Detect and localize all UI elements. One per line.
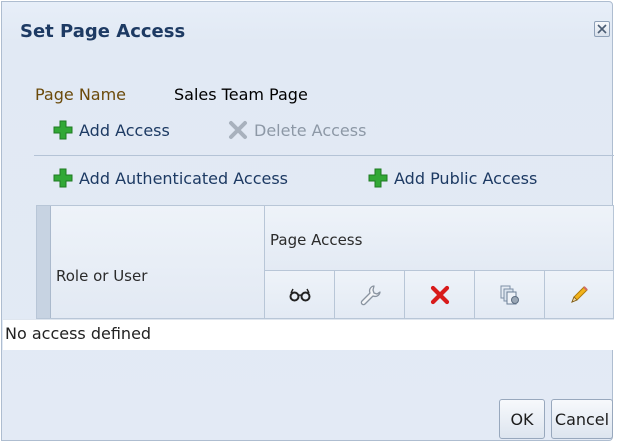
row-header-gutter (37, 206, 51, 318)
column-group-page-access: Page Access (265, 206, 613, 271)
set-page-access-dialog: Set Page Access Page Name Sales Team Pag… (1, 1, 614, 441)
plus-icon (53, 120, 73, 140)
column-header-delete[interactable] (405, 271, 475, 318)
close-icon (597, 24, 607, 34)
empty-table-text: No access defined (5, 324, 152, 343)
add-access-button[interactable]: Add Access (53, 120, 170, 140)
delete-x-icon (229, 121, 247, 139)
add-public-access-label: Add Public Access (394, 168, 538, 188)
divider (34, 155, 614, 156)
column-header-edit[interactable] (545, 271, 613, 318)
column-header-manage[interactable] (475, 271, 545, 318)
page-name-value: Sales Team Page (174, 85, 308, 104)
empty-table-row: No access defined (3, 319, 614, 350)
ok-button[interactable]: OK (499, 399, 545, 439)
cancel-button[interactable]: Cancel (551, 399, 613, 439)
view-icon (289, 288, 310, 301)
delete-icon (430, 285, 449, 304)
add-authenticated-access-button[interactable]: Add Authenticated Access (53, 168, 288, 188)
edit-icon (571, 285, 588, 303)
column-header-view[interactable] (265, 271, 335, 318)
column-group-label: Page Access (270, 231, 363, 249)
delete-access-button[interactable]: Delete Access (228, 120, 366, 140)
column-header-customize[interactable] (335, 271, 405, 318)
add-authenticated-access-label: Add Authenticated Access (79, 168, 288, 188)
column-header-label: Role or User (56, 267, 148, 285)
add-access-label: Add Access (79, 120, 170, 140)
page-name-label: Page Name (35, 85, 127, 104)
add-public-access-button[interactable]: Add Public Access (368, 168, 537, 188)
column-header-role-or-user[interactable]: Role or User (51, 206, 265, 318)
manage-icon (500, 285, 519, 304)
customize-icon (360, 284, 381, 305)
plus-icon (53, 168, 73, 188)
access-table: Role or User Page Access (36, 205, 614, 319)
close-button[interactable] (594, 21, 610, 37)
delete-access-label: Delete Access (254, 120, 367, 140)
dialog-title: Set Page Access (20, 21, 186, 42)
plus-icon (368, 168, 388, 188)
